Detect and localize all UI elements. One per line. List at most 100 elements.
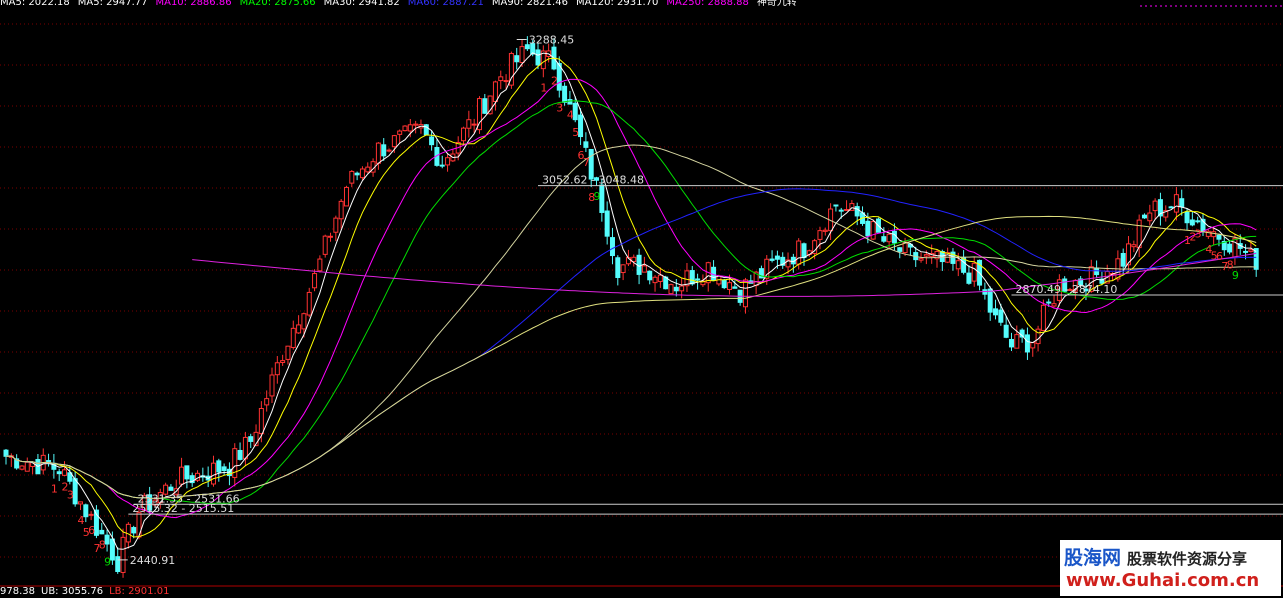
candle-body xyxy=(285,345,291,360)
ma60-line xyxy=(5,144,1257,499)
candle-body xyxy=(461,127,467,142)
candle-body xyxy=(891,230,897,244)
candle-body xyxy=(647,270,653,281)
level-label: 3052.62 - 3048.48 xyxy=(542,174,644,187)
nine-turn-label: 7 xyxy=(583,156,590,169)
candle-body xyxy=(301,313,307,330)
candle-body xyxy=(280,360,286,363)
candle-body xyxy=(1008,339,1014,348)
candle-body xyxy=(274,362,280,376)
candle-body xyxy=(56,471,62,475)
candle-body xyxy=(993,308,999,316)
candle-body xyxy=(844,208,850,211)
candlestick-chart: 3052.62 - 3048.482870.49 - 2874.102531.3… xyxy=(0,5,1283,587)
candle-body xyxy=(897,247,903,252)
candle-body xyxy=(1035,328,1041,345)
candle-body xyxy=(1248,249,1254,252)
candle-body xyxy=(221,466,227,471)
candle-body xyxy=(375,142,381,164)
candle-body xyxy=(562,85,568,103)
ma120-line xyxy=(5,188,1257,499)
candle-body xyxy=(210,462,216,485)
candle-body xyxy=(657,274,663,282)
bollinger-legend: 978.38 UB: 3055.76 LB: 2901.01 xyxy=(0,586,175,598)
candle-body xyxy=(971,262,977,282)
candle-body xyxy=(359,168,365,179)
candle-body xyxy=(1024,334,1030,353)
candle-body xyxy=(492,81,498,103)
candle-body xyxy=(668,284,674,295)
candle-body xyxy=(742,279,748,308)
candle-body xyxy=(99,529,105,535)
watermark-url: www.Guhai.com.cn xyxy=(1066,570,1260,591)
candle-body xyxy=(1141,214,1147,219)
candle-body xyxy=(381,144,387,157)
candle-body xyxy=(1152,200,1158,212)
candle-body xyxy=(1003,324,1009,338)
candle-body xyxy=(1243,250,1249,253)
candle-body xyxy=(248,436,254,442)
candle-body xyxy=(333,217,339,233)
candle-body xyxy=(1211,231,1217,238)
candle-body xyxy=(1120,253,1126,267)
candle-body xyxy=(955,260,961,270)
candle-body xyxy=(354,172,360,176)
candle-body xyxy=(1232,237,1238,258)
nine-turn-label: 5 xyxy=(572,126,579,139)
candle-body xyxy=(62,469,68,476)
candle-body xyxy=(1168,206,1174,209)
candle-body xyxy=(338,200,344,220)
nine-turn-label: 8 xyxy=(99,538,106,551)
candle-body xyxy=(386,149,392,152)
candle-body xyxy=(998,309,1004,323)
candle-body xyxy=(1131,244,1137,248)
candle-body xyxy=(732,286,738,289)
candle-body xyxy=(179,466,185,485)
candle-body xyxy=(136,512,142,538)
candle-body xyxy=(514,55,520,63)
candle-body xyxy=(168,486,174,491)
ma250-line xyxy=(5,215,1257,499)
candle-body xyxy=(1136,219,1142,249)
candle-body xyxy=(796,240,802,265)
candle-body xyxy=(615,257,621,278)
nine-turn-label: 9 xyxy=(104,556,111,569)
candle-body xyxy=(838,209,844,212)
nine-turn-label: 1 xyxy=(540,81,547,94)
nine-turn-label: 9 xyxy=(1232,269,1239,282)
candle-body xyxy=(567,99,573,105)
candle-body xyxy=(987,288,993,313)
boll-item-2: LB: 2901.01 xyxy=(109,586,170,597)
candle-body xyxy=(498,76,504,82)
candle-body xyxy=(503,80,509,83)
candle-body xyxy=(77,501,83,505)
candle-body xyxy=(1051,303,1057,307)
candle-body xyxy=(264,398,270,406)
candle-body xyxy=(24,461,30,472)
nine-turn-label: 1 xyxy=(51,483,58,496)
candle-body xyxy=(1216,234,1222,240)
candle-body xyxy=(115,556,121,572)
candle-body xyxy=(343,186,349,207)
candle-body xyxy=(583,141,589,148)
nine-turn-label: 3 xyxy=(67,488,74,501)
candle-body xyxy=(429,136,435,146)
boll-item-1: UB: 3055.76 xyxy=(41,586,104,597)
candle-body xyxy=(322,235,328,255)
candle-body xyxy=(397,130,403,135)
candle-body xyxy=(445,157,451,166)
candle-body xyxy=(317,258,323,272)
candle-body xyxy=(870,221,876,240)
candle-body xyxy=(1173,194,1179,213)
candle-body xyxy=(1046,301,1052,304)
candle-body xyxy=(774,255,780,260)
candle-body xyxy=(854,206,860,217)
candle-body xyxy=(652,276,658,284)
candle-body xyxy=(471,123,477,126)
candle-body xyxy=(258,408,264,435)
candle-body xyxy=(817,230,823,240)
candle-body xyxy=(604,210,610,237)
level-label: 2870.49 - 2874.10 xyxy=(1015,283,1117,296)
candle-body xyxy=(519,46,525,63)
candle-body xyxy=(1189,219,1195,226)
